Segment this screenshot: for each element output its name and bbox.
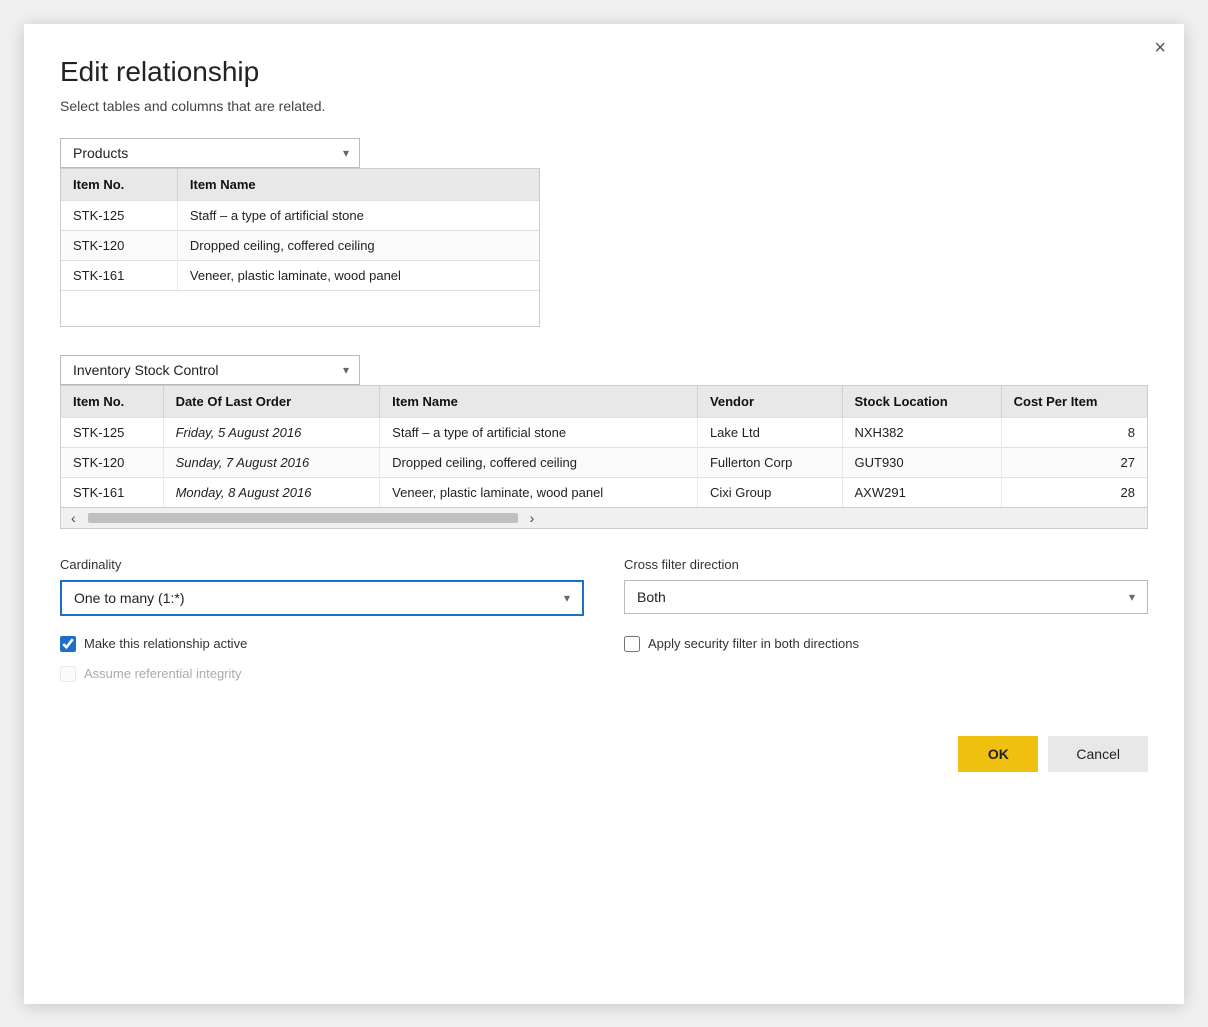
table-row[interactable]: STK-161Veneer, plastic laminate, wood pa… bbox=[61, 260, 539, 290]
apply-security-row: Apply security filter in both directions bbox=[624, 636, 1148, 652]
table-row[interactable]: STK-120Dropped ceiling, coffered ceiling bbox=[61, 230, 539, 260]
table1-section: Products ▾ Item No. Item Name STK-125Sta… bbox=[60, 138, 1148, 327]
table1-header-row: Item No. Item Name bbox=[61, 169, 539, 201]
table2-col-itemno: Item No. bbox=[61, 386, 163, 418]
cardinality-block: Cardinality One to many (1:*) ▾ bbox=[60, 557, 584, 616]
table1-dropdown-arrow: ▾ bbox=[343, 146, 349, 160]
make-active-label: Make this relationship active bbox=[84, 636, 247, 651]
table-cell: Sunday, 7 August 2016 bbox=[163, 447, 380, 477]
dialog-subtitle: Select tables and columns that are relat… bbox=[60, 98, 1148, 114]
table1-table: Item No. Item Name STK-125Staff – a type… bbox=[61, 169, 539, 290]
table-cell: Dropped ceiling, coffered ceiling bbox=[177, 230, 539, 260]
cross-filter-arrow: ▾ bbox=[1129, 590, 1135, 604]
table-cell: Monday, 8 August 2016 bbox=[163, 477, 380, 507]
checkboxes-right-col: Apply security filter in both directions bbox=[624, 636, 1148, 696]
table-cell: Veneer, plastic laminate, wood panel bbox=[177, 260, 539, 290]
checkboxes-section: Make this relationship active Assume ref… bbox=[60, 636, 1148, 696]
table-row[interactable]: STK-125Staff – a type of artificial ston… bbox=[61, 200, 539, 230]
table-cell: STK-125 bbox=[61, 417, 163, 447]
table1-dropdown[interactable]: Products ▾ bbox=[60, 138, 360, 168]
table2-col-costperitem: Cost Per Item bbox=[1001, 386, 1147, 418]
ok-button[interactable]: OK bbox=[958, 736, 1038, 772]
table-cell: Cixi Group bbox=[697, 477, 842, 507]
table2-section: Inventory Stock Control ▾ Item No. Date … bbox=[60, 355, 1148, 529]
table1-dropdown-label: Products bbox=[73, 145, 333, 161]
table2-table: Item No. Date Of Last Order Item Name Ve… bbox=[61, 386, 1147, 507]
scroll-right-arrow[interactable]: › bbox=[526, 510, 539, 526]
table-row[interactable]: STK-120Sunday, 7 August 2016Dropped ceil… bbox=[61, 447, 1147, 477]
table-cell: 27 bbox=[1001, 447, 1147, 477]
table-cell: GUT930 bbox=[842, 447, 1001, 477]
table-cell: AXW291 bbox=[842, 477, 1001, 507]
dialog-title: Edit relationship bbox=[60, 56, 1148, 88]
table2-dropdown-arrow: ▾ bbox=[343, 363, 349, 377]
button-row: OK Cancel bbox=[60, 736, 1148, 772]
close-button[interactable]: × bbox=[1154, 38, 1166, 58]
cancel-button[interactable]: Cancel bbox=[1048, 736, 1148, 772]
scroll-bar[interactable] bbox=[88, 513, 518, 523]
table2-col-vendor: Vendor bbox=[697, 386, 842, 418]
table-row[interactable]: STK-161Monday, 8 August 2016Veneer, plas… bbox=[61, 477, 1147, 507]
table-cell: 8 bbox=[1001, 417, 1147, 447]
cross-filter-value: Both bbox=[637, 589, 1129, 605]
cardinality-dropdown[interactable]: One to many (1:*) ▾ bbox=[60, 580, 584, 616]
table-cell: Lake Ltd bbox=[697, 417, 842, 447]
table2-col-datelastorder: Date Of Last Order bbox=[163, 386, 380, 418]
options-section: Cardinality One to many (1:*) ▾ Cross fi… bbox=[60, 557, 1148, 616]
cardinality-label: Cardinality bbox=[60, 557, 584, 572]
scroll-left-arrow[interactable]: ‹ bbox=[67, 510, 80, 526]
make-active-row: Make this relationship active bbox=[60, 636, 584, 652]
table2-scroll-row: ‹ › bbox=[61, 507, 1147, 528]
cardinality-arrow: ▾ bbox=[564, 591, 570, 605]
table2-dropdown[interactable]: Inventory Stock Control ▾ bbox=[60, 355, 360, 385]
edit-relationship-dialog: × Edit relationship Select tables and co… bbox=[24, 24, 1184, 1004]
table-cell: Friday, 5 August 2016 bbox=[163, 417, 380, 447]
table2-col-itemname: Item Name bbox=[380, 386, 698, 418]
table-cell: Fullerton Corp bbox=[697, 447, 842, 477]
table1-empty-row bbox=[61, 290, 539, 326]
cross-filter-block: Cross filter direction Both ▾ bbox=[624, 557, 1148, 614]
table-cell: STK-120 bbox=[61, 230, 177, 260]
apply-security-checkbox[interactable] bbox=[624, 636, 640, 652]
apply-security-label: Apply security filter in both directions bbox=[648, 636, 859, 651]
make-active-checkbox[interactable] bbox=[60, 636, 76, 652]
table-cell: STK-161 bbox=[61, 477, 163, 507]
table2-wrapper: Item No. Date Of Last Order Item Name Ve… bbox=[60, 385, 1148, 529]
table2-col-stocklocation: Stock Location bbox=[842, 386, 1001, 418]
table-cell: 28 bbox=[1001, 477, 1147, 507]
table1-wrapper: Item No. Item Name STK-125Staff – a type… bbox=[60, 168, 540, 327]
table1-col-itemname: Item Name bbox=[177, 169, 539, 201]
table-row[interactable]: STK-125Friday, 5 August 2016Staff – a ty… bbox=[61, 417, 1147, 447]
table1-col-itemno: Item No. bbox=[61, 169, 177, 201]
table-cell: Dropped ceiling, coffered ceiling bbox=[380, 447, 698, 477]
cross-filter-label: Cross filter direction bbox=[624, 557, 1148, 572]
table-cell: STK-161 bbox=[61, 260, 177, 290]
cardinality-value: One to many (1:*) bbox=[74, 590, 564, 606]
assume-integrity-checkbox[interactable] bbox=[60, 666, 76, 682]
cross-filter-dropdown[interactable]: Both ▾ bbox=[624, 580, 1148, 614]
assume-integrity-row: Assume referential integrity bbox=[60, 666, 584, 682]
table-cell: STK-120 bbox=[61, 447, 163, 477]
table-cell: Staff – a type of artificial stone bbox=[177, 200, 539, 230]
table-cell: NXH382 bbox=[842, 417, 1001, 447]
table2-header-row: Item No. Date Of Last Order Item Name Ve… bbox=[61, 386, 1147, 418]
checkboxes-left-col: Make this relationship active Assume ref… bbox=[60, 636, 584, 696]
table2-dropdown-label: Inventory Stock Control bbox=[73, 362, 333, 378]
table-cell: Veneer, plastic laminate, wood panel bbox=[380, 477, 698, 507]
table-cell: STK-125 bbox=[61, 200, 177, 230]
assume-integrity-label: Assume referential integrity bbox=[84, 666, 242, 681]
table-cell: Staff – a type of artificial stone bbox=[380, 417, 698, 447]
